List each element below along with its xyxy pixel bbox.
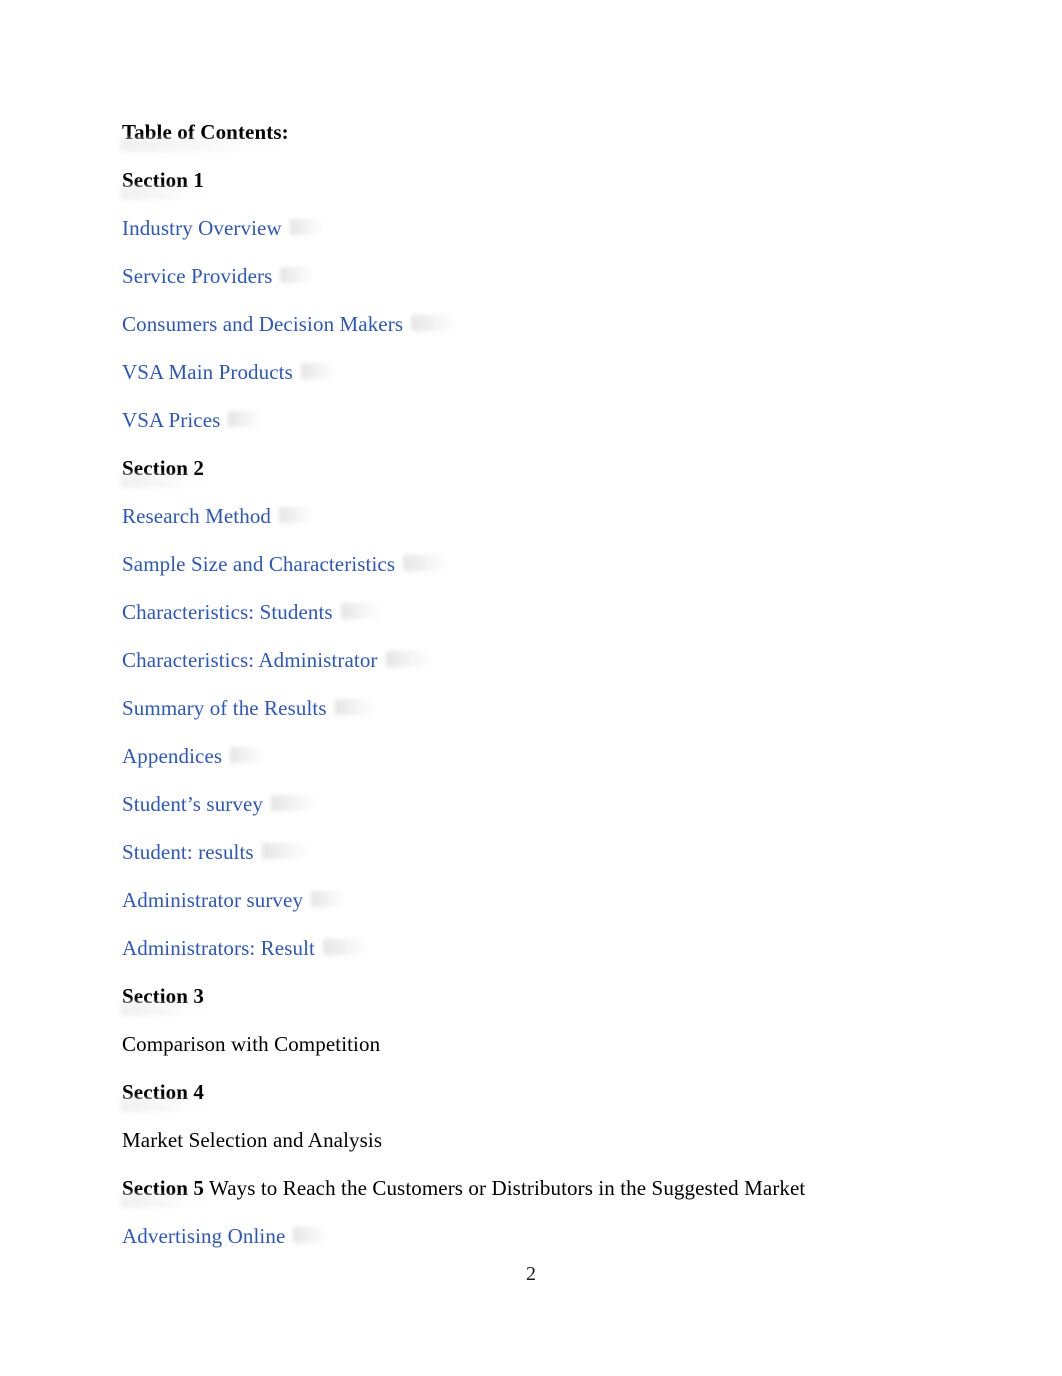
toc-entry-appendices[interactable]: Appendices <box>122 742 942 770</box>
toc-entry-consumers-and-decision-makers[interactable]: Consumers and Decision Makers <box>122 310 942 338</box>
toc-link-summary-of-the-results[interactable]: Summary of the Results <box>122 696 327 720</box>
erased-page-number <box>261 843 308 859</box>
toc-entry-summary-of-the-results[interactable]: Summary of the Results <box>122 694 942 722</box>
erased-page-number <box>279 507 314 523</box>
toc-link-administrator-survey[interactable]: Administrator survey <box>122 888 303 912</box>
erased-page-number <box>322 939 369 955</box>
toc-entry-administrator-survey[interactable]: Administrator survey <box>122 886 942 914</box>
toc-link-administrators-result[interactable]: Administrators: Result <box>122 936 315 960</box>
toc-heading-section-3: Section 3 <box>120 982 942 1016</box>
section-heading-description: Ways to Reach the Customers or Distribut… <box>203 1176 806 1200</box>
toc-entry-research-method[interactable]: Research Method <box>122 502 942 530</box>
erased-page-number <box>334 699 375 715</box>
toc-entry-service-providers[interactable]: Service Providers <box>122 262 942 290</box>
toc-entry-characteristics-administrator[interactable]: Characteristics: Administrator <box>122 646 942 674</box>
erased-page-number <box>403 555 450 571</box>
toc-entry-vsa-main-products[interactable]: VSA Main Products <box>122 358 942 386</box>
erased-page-number <box>230 747 265 763</box>
toc-link-students-survey[interactable]: Student’s survey <box>122 792 263 816</box>
toc-entry-industry-overview[interactable]: Industry Overview <box>122 214 942 242</box>
toc-text-comparison-with-competition: Comparison with Competition <box>122 1032 381 1056</box>
erased-page-number <box>271 795 318 811</box>
toc-heading-section-2: Section 2 <box>120 454 942 488</box>
toc-entry-vsa-prices[interactable]: VSA Prices <box>122 406 942 434</box>
toc-link-sample-size-and-characteristics[interactable]: Sample Size and Characteristics <box>122 552 395 576</box>
toc-link-advertising-online[interactable]: Advertising Online <box>122 1224 285 1248</box>
section-heading-label: Section 5 <box>122 1176 204 1200</box>
toc-link-characteristics-students[interactable]: Characteristics: Students <box>122 600 333 624</box>
erased-page-number <box>385 651 432 667</box>
toc-entry-comparison-with-competition: Comparison with Competition <box>122 1030 942 1058</box>
erased-page-number <box>280 267 315 283</box>
toc-link-vsa-prices[interactable]: VSA Prices <box>122 408 220 432</box>
toc-link-research-method[interactable]: Research Method <box>122 504 271 528</box>
toc-entry-characteristics-students[interactable]: Characteristics: Students <box>122 598 942 626</box>
toc-link-consumers-and-decision-makers[interactable]: Consumers and Decision Makers <box>122 312 403 336</box>
toc-text-market-selection-and-analysis: Market Selection and Analysis <box>122 1128 383 1152</box>
erased-page-number <box>340 603 381 619</box>
toc-entry-market-selection-and-analysis: Market Selection and Analysis <box>122 1126 942 1154</box>
page-title: Table of Contents: <box>122 120 289 144</box>
toc-entry-advertising-online[interactable]: Advertising Online <box>122 1222 942 1250</box>
toc-link-appendices[interactable]: Appendices <box>122 744 222 768</box>
toc-heading-section-4: Section 4 <box>120 1078 942 1112</box>
page-number: 2 <box>526 1263 536 1285</box>
section-heading-label: Section 2 <box>122 456 204 480</box>
toc-heading-section-5: Section 5 Ways to Reach the Customers or… <box>120 1174 942 1208</box>
table-of-contents: Table of Contents: Section 1 Industry Ov… <box>120 118 942 1250</box>
toc-link-vsa-main-products[interactable]: VSA Main Products <box>122 360 293 384</box>
erased-page-number <box>300 363 335 379</box>
toc-link-service-providers[interactable]: Service Providers <box>122 264 272 288</box>
document-page: Table of Contents: Section 1 Industry Ov… <box>0 0 1062 1376</box>
toc-title: Table of Contents: <box>120 118 942 152</box>
section-heading-label: Section 1 <box>122 168 204 192</box>
section-heading-label: Section 4 <box>122 1080 204 1104</box>
toc-entry-sample-size-and-characteristics[interactable]: Sample Size and Characteristics <box>122 550 942 578</box>
toc-entry-administrators-result[interactable]: Administrators: Result <box>122 934 942 962</box>
erased-page-number <box>228 411 263 427</box>
toc-link-student-results[interactable]: Student: results <box>122 840 254 864</box>
erased-page-number <box>289 219 324 235</box>
erased-page-number <box>411 315 458 331</box>
erased-page-number <box>311 891 346 907</box>
toc-heading-section-1: Section 1 <box>120 166 942 200</box>
toc-entry-student-results[interactable]: Student: results <box>122 838 942 866</box>
toc-link-industry-overview[interactable]: Industry Overview <box>122 216 282 240</box>
section-heading-label: Section 3 <box>122 984 204 1008</box>
toc-link-characteristics-administrator[interactable]: Characteristics: Administrator <box>122 648 378 672</box>
erased-page-number <box>293 1227 328 1243</box>
toc-entry-students-survey[interactable]: Student’s survey <box>122 790 942 818</box>
